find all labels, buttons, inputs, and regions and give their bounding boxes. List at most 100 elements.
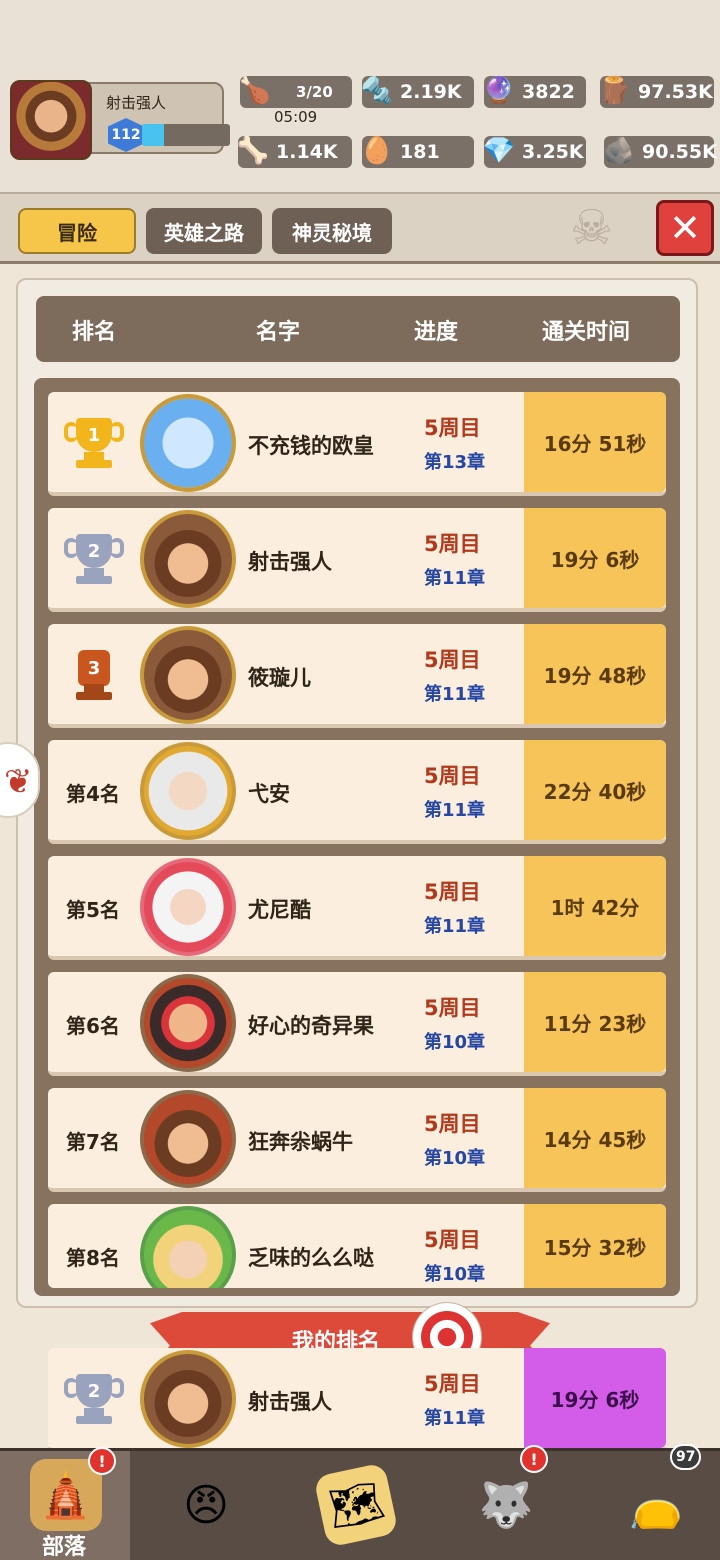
- avatar[interactable]: [140, 974, 236, 1072]
- nav-pets[interactable]: 🐺 !: [440, 1445, 570, 1560]
- tab-spirit-realm[interactable]: 神灵秘境: [272, 208, 392, 254]
- header-clear-time: 通关时间: [542, 320, 631, 345]
- avatar[interactable]: [140, 1350, 236, 1448]
- clear-time: 19分 48秒: [524, 624, 666, 724]
- table-row[interactable]: 第6名 好心的奇异果 5周目 第10章 11分 23秒: [48, 972, 666, 1076]
- bronze-trophy-icon: 3: [64, 648, 124, 702]
- blue-beast-icon: 🐺: [478, 1480, 534, 1531]
- player-name: 不充钱的欧皇: [248, 434, 374, 458]
- energy-timer: 05:09: [274, 108, 318, 126]
- progress-chapter: 第11章: [424, 684, 486, 705]
- table-header: 排名 名字 进度 通关时间: [36, 296, 680, 362]
- player-name: 狂奔尜蜗牛: [248, 1130, 353, 1154]
- bones-counter[interactable]: 🦴 1.14K: [237, 136, 352, 168]
- progress-cycle: 5周目: [424, 880, 481, 904]
- energy-counter[interactable]: 🍗 3/20: [239, 76, 352, 108]
- tab-adventure[interactable]: 冒险: [18, 208, 136, 254]
- rank-number: 3: [78, 650, 110, 686]
- player-name: 射击强人: [248, 550, 332, 574]
- table-row[interactable]: 3 筱璇儿 5周目 第11章 19分 48秒: [48, 624, 666, 728]
- avatar[interactable]: [140, 1206, 236, 1288]
- bones-value: 1.14K: [276, 141, 338, 163]
- player-avatar[interactable]: [10, 80, 92, 160]
- eggs-counter[interactable]: 🥚 181: [361, 136, 474, 168]
- player-name: 乏味的么么哒: [248, 1246, 374, 1270]
- player-xp-fill: [142, 124, 164, 146]
- alert-badge: !: [520, 1445, 548, 1473]
- clear-time: 14分 45秒: [524, 1088, 666, 1188]
- stone-counter[interactable]: 🪨 90.55K: [603, 136, 717, 168]
- header-rank: 排名: [72, 320, 117, 345]
- rank-number: 第7名: [66, 1130, 120, 1154]
- silver-trophy-icon: 2: [64, 532, 124, 586]
- avatar[interactable]: [140, 394, 236, 492]
- clear-time: 1时 42分: [524, 856, 666, 956]
- table-row[interactable]: 第8名 乏味的么么哒 5周目 第10章 15分 32秒: [48, 1204, 666, 1288]
- eggs-value: 181: [400, 141, 440, 163]
- skull-decoration-icon: ☠: [570, 200, 614, 256]
- progress-chapter: 第11章: [424, 568, 486, 589]
- gems-counter[interactable]: 💎 3.25K: [483, 136, 586, 168]
- progress-cycle: 5周目: [424, 532, 481, 556]
- energy-value: 3/20: [296, 83, 333, 101]
- egg-icon: 🥚: [360, 136, 394, 166]
- clear-time: 19分 6秒: [524, 508, 666, 608]
- table-row[interactable]: 第4名 弋安 5周目 第11章 22分 40秒: [48, 740, 666, 844]
- close-button[interactable]: ✕: [656, 200, 714, 256]
- table-row[interactable]: 第5名 尤尼酷 5周目 第11章 1时 42分: [48, 856, 666, 960]
- avatar[interactable]: [140, 1090, 236, 1188]
- progress-cycle: 5周目: [424, 1228, 481, 1252]
- player-name: 射击强人: [248, 1390, 332, 1414]
- progress-chapter: 第10章: [424, 1264, 486, 1285]
- top-status-bar: 射击强人 112 🍗 3/20 05:09 🔩 2.19K 🔮 3822 🪵 9…: [0, 0, 720, 192]
- header-name: 名字: [256, 320, 301, 345]
- avatar[interactable]: [140, 626, 236, 724]
- player-xp-bar: [142, 124, 230, 146]
- treasure-map-icon: 🗺: [313, 1462, 399, 1548]
- gems-value: 3.25K: [522, 141, 584, 163]
- rank-number: 第5名: [66, 898, 120, 922]
- bone-icon: 🦴: [236, 136, 270, 166]
- clear-time: 15分 32秒: [524, 1204, 666, 1288]
- hero-face-icon: 😠: [183, 1479, 229, 1531]
- progress-chapter: 第10章: [424, 1032, 486, 1053]
- progress-cycle: 5周目: [424, 764, 481, 788]
- progress-chapter: 第11章: [424, 1408, 486, 1429]
- orbs-value: 3822: [522, 81, 575, 103]
- stone-icon: 🪨: [602, 136, 636, 166]
- leaf-icon: ❦: [4, 762, 33, 802]
- avatar[interactable]: [140, 858, 236, 956]
- player-name: 射击强人: [106, 94, 167, 112]
- rank-number: 第6名: [66, 1014, 120, 1038]
- energy-drumstick-icon: 🍗: [238, 76, 272, 106]
- my-rank-row[interactable]: 2 射击强人 5周目 第11章 19分 6秒: [48, 1348, 666, 1452]
- table-row[interactable]: 1 不充钱的欧皇 5周目 第13章 16分 51秒: [48, 392, 666, 496]
- table-row[interactable]: 第7名 狂奔尜蜗牛 5周目 第10章 14分 45秒: [48, 1088, 666, 1192]
- nav-bag[interactable]: 👝: [590, 1451, 720, 1560]
- rank-number: 第8名: [66, 1246, 120, 1270]
- progress-chapter: 第11章: [424, 916, 486, 937]
- table-row[interactable]: 2 射击强人 5周目 第11章 19分 6秒: [48, 508, 666, 612]
- nav-heroes[interactable]: 😠: [140, 1451, 270, 1560]
- nav-map[interactable]: 🗺: [290, 1451, 420, 1560]
- progress-cycle: 5周目: [424, 648, 481, 672]
- wood-counter[interactable]: 🪵 97.53K: [599, 76, 714, 108]
- gold-trophy-icon: 1: [64, 416, 124, 470]
- nav-tribe[interactable]: 🛕 部落 !: [0, 1447, 130, 1560]
- wood-icon: 🪵: [598, 76, 632, 106]
- avatar[interactable]: [140, 510, 236, 608]
- close-icon: ✕: [669, 206, 701, 250]
- progress-chapter: 第11章: [424, 800, 486, 821]
- stone-value: 90.55K: [642, 141, 717, 163]
- silver-trophy-icon: 2: [64, 1372, 124, 1426]
- player-card[interactable]: 射击强人 112: [10, 80, 230, 160]
- clear-time: 22分 40秒: [524, 740, 666, 840]
- nuts-counter[interactable]: 🔩 2.19K: [361, 76, 474, 108]
- clear-time: 19分 6秒: [524, 1348, 666, 1448]
- tab-hero-road[interactable]: 英雄之路: [146, 208, 262, 254]
- orbs-counter[interactable]: 🔮 3822: [483, 76, 586, 108]
- rank-number: 2: [76, 1374, 112, 1408]
- progress-cycle: 5周目: [424, 1112, 481, 1136]
- avatar[interactable]: [140, 742, 236, 840]
- bag-count-badge: 97: [670, 1444, 702, 1470]
